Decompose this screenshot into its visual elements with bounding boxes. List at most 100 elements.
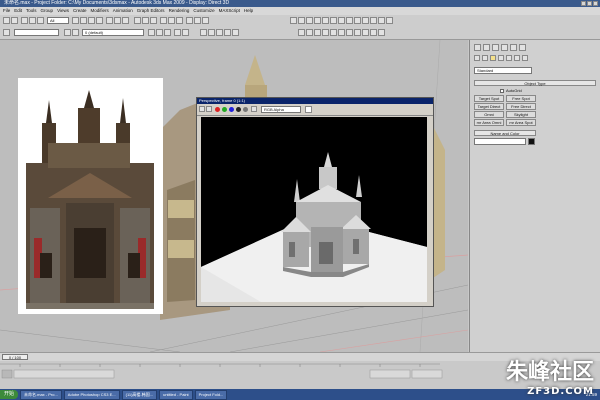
minimize-icon[interactable] bbox=[581, 1, 586, 6]
mirror-icon[interactable] bbox=[134, 17, 141, 24]
target-direct-button[interactable]: Target Direct bbox=[474, 103, 504, 110]
extras-icon-2[interactable] bbox=[208, 29, 215, 36]
menu-views[interactable]: Views bbox=[57, 7, 69, 15]
render-type-icon[interactable] bbox=[378, 17, 385, 24]
taskbar-item-project-folder[interactable]: Project Fold... bbox=[194, 389, 228, 400]
unlink-icon[interactable] bbox=[29, 17, 36, 24]
reaction-icon-7[interactable] bbox=[346, 29, 353, 36]
motion-tab-icon[interactable] bbox=[501, 44, 508, 51]
clear-icon[interactable] bbox=[251, 106, 257, 112]
reaction-icon-4[interactable] bbox=[322, 29, 329, 36]
save-image-icon[interactable] bbox=[199, 106, 205, 112]
extras-icon-3[interactable] bbox=[216, 29, 223, 36]
render-setup-icon[interactable] bbox=[186, 17, 193, 24]
select-by-name-icon[interactable] bbox=[80, 17, 87, 24]
autogrid-checkbox[interactable] bbox=[500, 88, 504, 93]
scale-icon[interactable] bbox=[122, 17, 129, 24]
redo-icon[interactable] bbox=[11, 17, 18, 24]
window-crossing-icon[interactable] bbox=[96, 17, 103, 24]
set-current-layer-icon[interactable] bbox=[174, 29, 181, 36]
menu-graph-editors[interactable]: Graph Editors bbox=[137, 7, 165, 15]
alpha-channel-icon[interactable] bbox=[236, 107, 241, 112]
auto-key-icon[interactable] bbox=[314, 17, 321, 24]
menu-create[interactable]: Create bbox=[73, 7, 87, 15]
menu-maxscript[interactable]: MAXScript bbox=[219, 7, 240, 15]
mr-area-spot-button[interactable]: mr Area Spot bbox=[506, 119, 536, 126]
object-name-field[interactable] bbox=[474, 138, 526, 145]
free-direct-button[interactable]: Free Direct bbox=[506, 103, 536, 110]
rectangle-selection-icon[interactable] bbox=[88, 17, 95, 24]
spinner-snap-icon[interactable] bbox=[346, 17, 353, 24]
geometry-icon[interactable] bbox=[474, 55, 480, 61]
reaction-icon-11[interactable] bbox=[378, 29, 385, 36]
menu-customize[interactable]: Customize bbox=[193, 7, 214, 15]
light-type-dropdown[interactable]: Standard bbox=[474, 67, 532, 74]
reaction-icon-10[interactable] bbox=[370, 29, 377, 36]
close-icon[interactable] bbox=[593, 1, 598, 6]
layer-dropdown[interactable]: 0 (default) bbox=[82, 29, 144, 36]
undo-icon[interactable] bbox=[3, 17, 10, 24]
taskbar-item-paint[interactable]: untitled - Paint bbox=[159, 389, 193, 400]
skylight-button[interactable]: Skylight bbox=[506, 111, 536, 118]
maximize-icon[interactable] bbox=[587, 1, 592, 6]
align-icon[interactable] bbox=[142, 17, 149, 24]
space-warps-icon[interactable] bbox=[514, 55, 520, 61]
reaction-icon-8[interactable] bbox=[354, 29, 361, 36]
taskbar-item-photoshop[interactable]: Adobe Photoshop CS3 E... bbox=[63, 389, 120, 400]
menu-help[interactable]: Help bbox=[244, 7, 253, 15]
mr-area-omni-button[interactable]: mr Area Omni bbox=[474, 119, 504, 126]
rotate-icon[interactable] bbox=[114, 17, 121, 24]
modify-tab-icon[interactable] bbox=[483, 44, 490, 51]
layer-freeze-icon[interactable] bbox=[72, 29, 79, 36]
mono-channel-icon[interactable] bbox=[243, 107, 248, 112]
reaction-icon-9[interactable] bbox=[362, 29, 369, 36]
quick-render-icon[interactable] bbox=[370, 17, 377, 24]
menu-edit[interactable]: Edit bbox=[14, 7, 22, 15]
lights-icon[interactable] bbox=[490, 55, 496, 61]
red-channel-icon[interactable] bbox=[215, 107, 220, 112]
named-selection-dropdown[interactable] bbox=[14, 29, 59, 36]
object-color-swatch[interactable] bbox=[528, 138, 535, 145]
schematic-view-icon[interactable] bbox=[168, 17, 175, 24]
menu-rendering[interactable]: Rendering bbox=[169, 7, 190, 15]
cameras-icon[interactable] bbox=[498, 55, 504, 61]
curve-editor-icon[interactable] bbox=[160, 17, 167, 24]
clone-window-icon[interactable] bbox=[206, 106, 212, 112]
layer-properties-icon[interactable] bbox=[182, 29, 189, 36]
menu-file[interactable]: File bbox=[3, 7, 10, 15]
shapes-icon[interactable] bbox=[482, 55, 488, 61]
link-icon[interactable] bbox=[21, 17, 28, 24]
select-object-icon[interactable] bbox=[72, 17, 79, 24]
move-icon[interactable] bbox=[106, 17, 113, 24]
systems-icon[interactable] bbox=[522, 55, 528, 61]
angle-snap-icon[interactable] bbox=[330, 17, 337, 24]
layer-visibility-icon[interactable] bbox=[64, 29, 71, 36]
start-button[interactable]: 开始 bbox=[0, 390, 19, 399]
keyframe-icon[interactable] bbox=[290, 17, 297, 24]
helpers-icon[interactable] bbox=[506, 55, 512, 61]
menu-modifiers[interactable]: Modifiers bbox=[91, 7, 109, 15]
add-to-layer-icon[interactable] bbox=[156, 29, 163, 36]
layer-manager-icon[interactable] bbox=[150, 17, 157, 24]
layer-icon[interactable] bbox=[3, 29, 10, 36]
rendered-frame-window-icon[interactable] bbox=[194, 17, 201, 24]
new-layer-icon[interactable] bbox=[148, 29, 155, 36]
menu-group[interactable]: Group bbox=[41, 7, 54, 15]
selection-filter-dropdown[interactable]: All bbox=[47, 17, 69, 24]
omni-button[interactable]: Omni bbox=[474, 111, 504, 118]
reaction-icon-1[interactable] bbox=[298, 29, 305, 36]
name-color-rollout[interactable]: Name and Color bbox=[474, 130, 536, 136]
rendered-frame-window[interactable]: Perspective, frame 0 (1:1) RGB Alpha bbox=[196, 97, 434, 307]
named-selection-icon[interactable] bbox=[354, 17, 361, 24]
render-production-icon[interactable] bbox=[202, 17, 209, 24]
object-type-rollout[interactable]: Object Type bbox=[474, 80, 596, 86]
color-swatch[interactable] bbox=[305, 106, 312, 113]
free-spot-button[interactable]: Free Spot bbox=[506, 95, 536, 102]
taskbar-item-3dsmax[interactable]: 未命名.max - Pro... bbox=[20, 389, 62, 400]
motion-icon[interactable] bbox=[298, 17, 305, 24]
reaction-icon-6[interactable] bbox=[338, 29, 345, 36]
target-spot-button[interactable]: Target Spot bbox=[474, 95, 504, 102]
taskbar-item-folder[interactable]: (11)高楼-韩国... bbox=[121, 389, 158, 400]
bind-space-warp-icon[interactable] bbox=[37, 17, 44, 24]
utilities-tab-icon[interactable] bbox=[519, 44, 526, 51]
